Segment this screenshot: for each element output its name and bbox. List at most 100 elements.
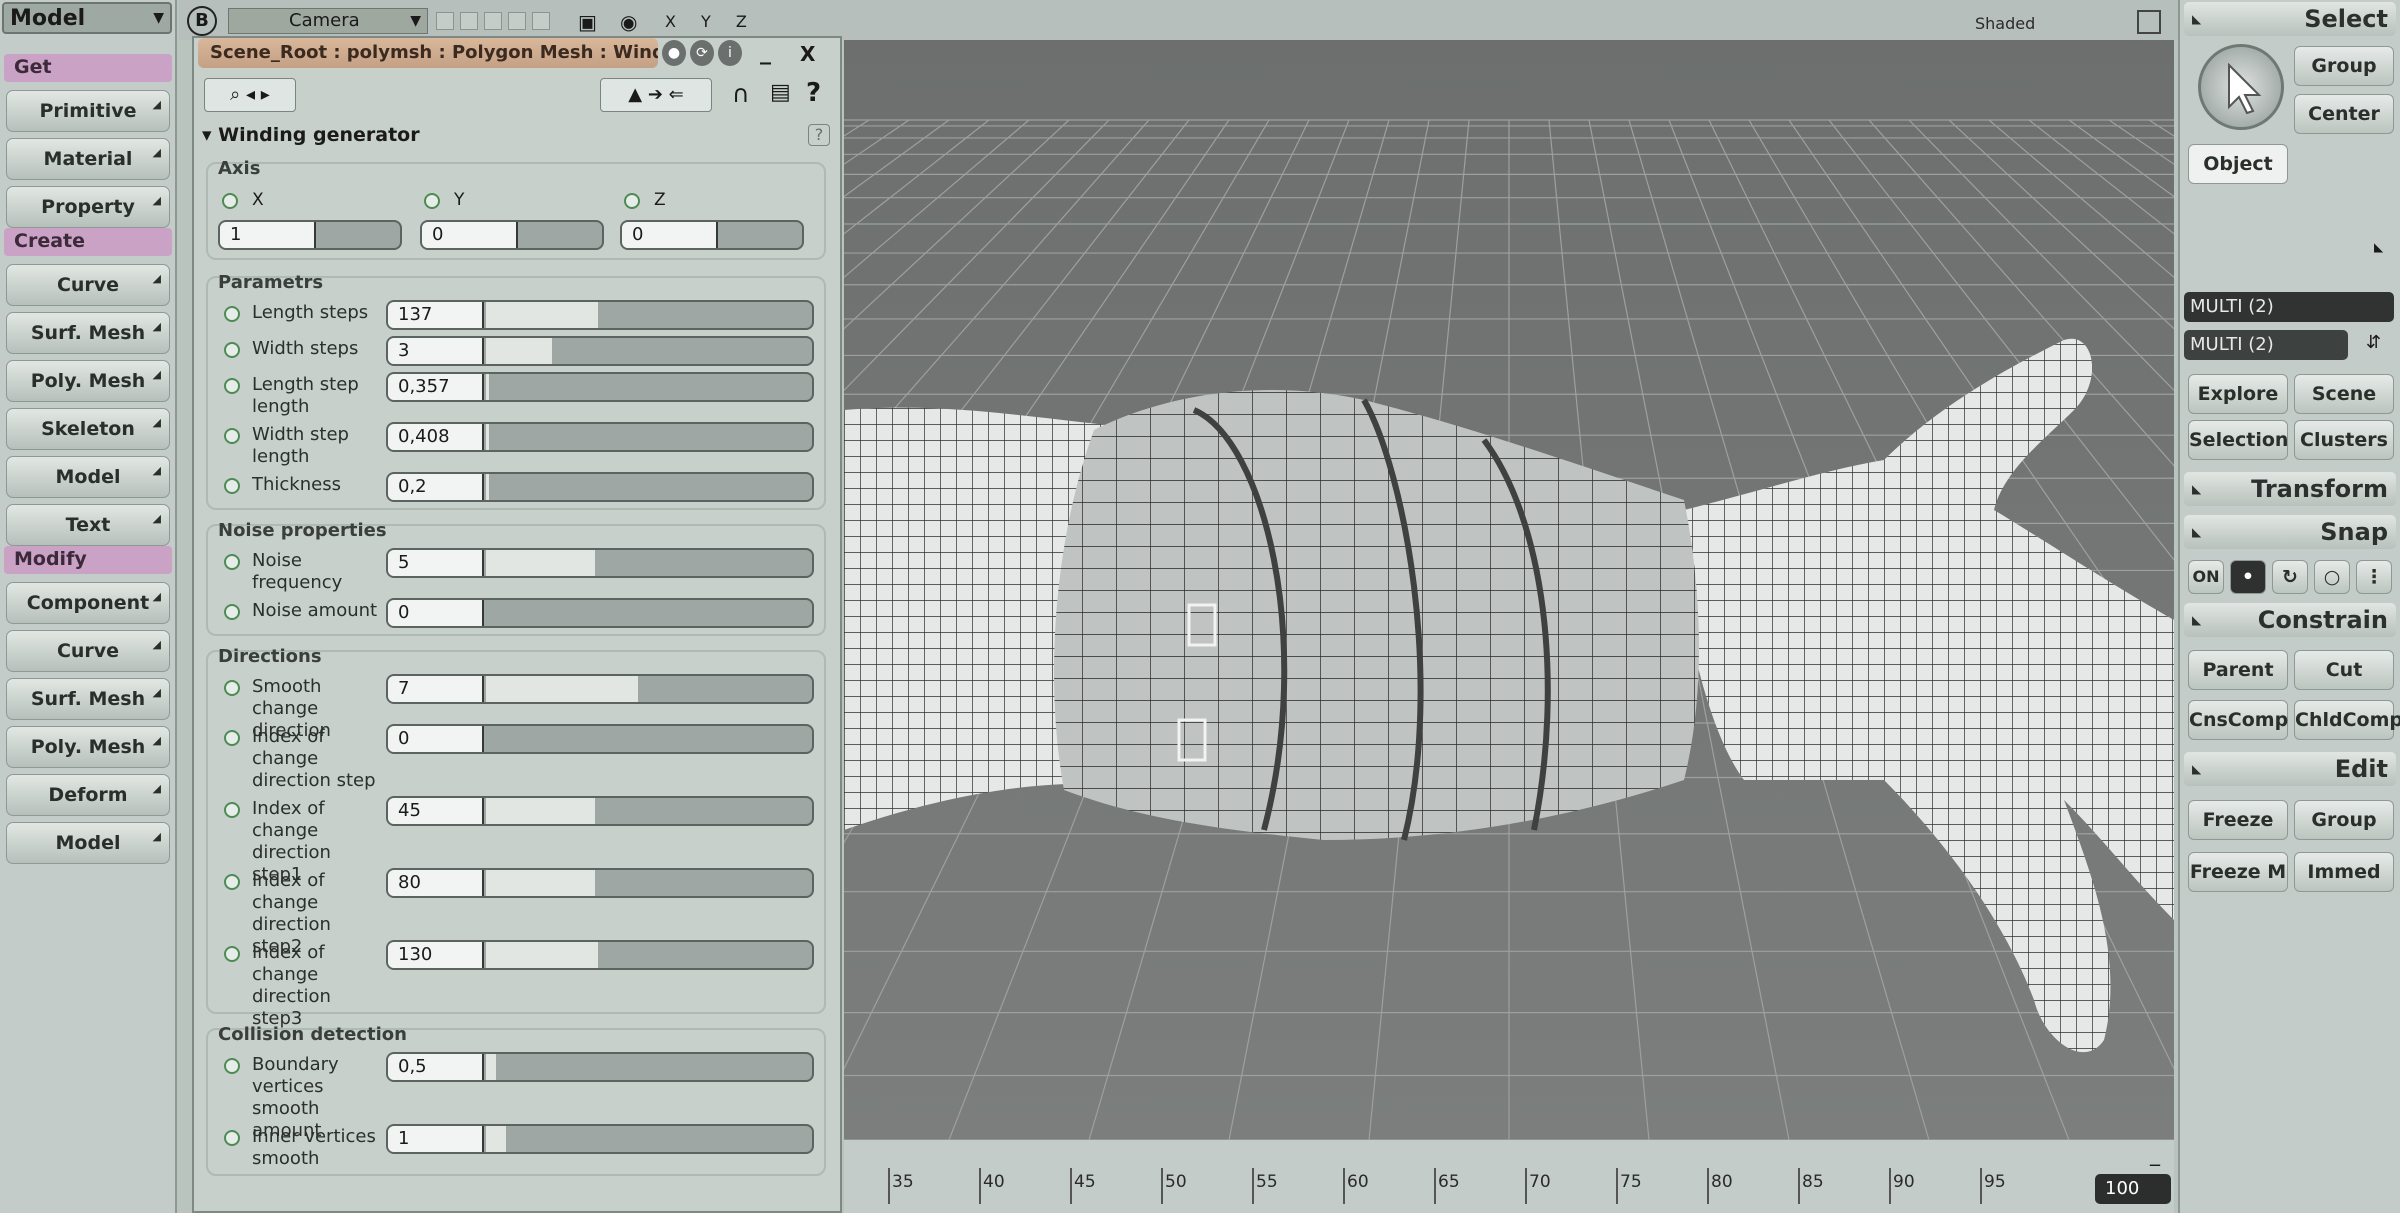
parameter-checkbox[interactable]: [224, 680, 240, 696]
selection-field[interactable]: MULTI (2): [2184, 292, 2394, 322]
freeze-m-button[interactable]: Freeze M: [2188, 852, 2288, 892]
left-menu-button[interactable]: Surf. Mesh ◢: [6, 678, 170, 720]
freeze-button[interactable]: Freeze: [2188, 800, 2288, 840]
lock-icon[interactable]: ●: [662, 40, 686, 66]
parameter-slider[interactable]: 3: [386, 336, 814, 366]
parameter-value-field[interactable]: 80: [388, 870, 484, 896]
section-header[interactable]: ▾ Winding generator: [202, 124, 420, 146]
parameter-value-field[interactable]: 0,408: [388, 424, 484, 450]
axis-value-field[interactable]: 1: [220, 222, 316, 248]
parameter-slider[interactable]: 0,408: [386, 422, 814, 452]
view-toggle[interactable]: [484, 12, 502, 30]
parameter-checkbox[interactable]: [224, 604, 240, 620]
parameter-checkbox[interactable]: [224, 378, 240, 394]
parameter-value-field[interactable]: 3: [388, 338, 484, 364]
snap-curve-icon[interactable]: ↻: [2272, 560, 2308, 594]
parameter-slider[interactable]: 7: [386, 674, 814, 704]
parameter-slider[interactable]: 137: [386, 300, 814, 330]
select-tool-button[interactable]: [2198, 44, 2284, 130]
parameter-slider[interactable]: 80: [386, 868, 814, 898]
selection-button[interactable]: Selection: [2188, 420, 2288, 460]
animation-icon[interactable]: ▤: [770, 80, 791, 105]
left-menu-button[interactable]: Skeleton ◢: [6, 408, 170, 450]
timeline[interactable]: [844, 1140, 2174, 1213]
snap-on-toggle[interactable]: ON: [2188, 560, 2224, 594]
parameter-value-field[interactable]: 45: [388, 798, 484, 824]
selection-field-secondary[interactable]: MULTI (2): [2184, 330, 2348, 360]
parameter-checkbox[interactable]: [224, 1058, 240, 1074]
axis-slider[interactable]: 0: [420, 220, 604, 250]
parameter-checkbox[interactable]: [224, 428, 240, 444]
left-menu-button[interactable]: Poly. Mesh ◢: [6, 360, 170, 402]
object-select-button[interactable]: Object: [2188, 144, 2288, 184]
parameter-value-field[interactable]: 0: [388, 726, 484, 752]
snap-point-icon[interactable]: •: [2230, 560, 2266, 594]
left-menu-button[interactable]: Deform ◢: [6, 774, 170, 816]
parameter-checkbox[interactable]: [224, 946, 240, 962]
parameter-checkbox[interactable]: [224, 874, 240, 890]
camera-icon[interactable]: ▣: [578, 10, 597, 34]
edit-header[interactable]: ◣ Edit: [2184, 752, 2396, 786]
minimize-panel-button[interactable]: _: [760, 40, 771, 65]
axis-slider[interactable]: 1: [218, 220, 402, 250]
left-menu-button[interactable]: Text ◢: [6, 504, 170, 546]
axis-slider[interactable]: 0: [620, 220, 804, 250]
cnscomp-button[interactable]: CnsComp: [2188, 700, 2288, 740]
left-menu-button[interactable]: Model ◢: [6, 456, 170, 498]
parameter-slider[interactable]: 1: [386, 1124, 814, 1154]
camera-dropdown[interactable]: Camera ▼: [228, 8, 428, 34]
parameter-slider[interactable]: 45: [386, 796, 814, 826]
left-menu-button[interactable]: Property ◢: [6, 186, 170, 228]
parameter-value-field[interactable]: 0,2: [388, 474, 484, 500]
parent-button[interactable]: Parent: [2188, 650, 2288, 690]
eye-icon[interactable]: ◉: [620, 10, 637, 34]
close-panel-button[interactable]: X: [800, 42, 815, 66]
parameter-value-field[interactable]: 0,5: [388, 1054, 484, 1080]
edit-group-button[interactable]: Group: [2294, 800, 2394, 840]
parameter-slider[interactable]: 0: [386, 724, 814, 754]
parameter-checkbox[interactable]: [224, 730, 240, 746]
view-toggle[interactable]: [532, 12, 550, 30]
left-menu-button[interactable]: Surf. Mesh ◢: [6, 312, 170, 354]
view-toggle[interactable]: [508, 12, 526, 30]
axis-checkbox[interactable]: [222, 193, 238, 209]
view-toggle[interactable]: [436, 12, 454, 30]
cut-button[interactable]: Cut: [2294, 650, 2394, 690]
view-toggle[interactable]: [460, 12, 478, 30]
parameter-slider[interactable]: 0,357: [386, 372, 814, 402]
parameter-slider[interactable]: 130: [386, 940, 814, 970]
constrain-header[interactable]: ◣ Constrain: [2184, 603, 2396, 637]
frame-field[interactable]: 100: [2095, 1174, 2171, 1204]
snap-circle-icon[interactable]: ○: [2314, 560, 2350, 594]
parameter-value-field[interactable]: 137: [388, 302, 484, 328]
sort-icon[interactable]: ⇵: [2366, 332, 2381, 353]
axis-checkbox[interactable]: [424, 193, 440, 209]
left-section-header[interactable]: Modify: [4, 546, 172, 574]
property-editor-title[interactable]: Scene_Root : polymsh : Polygon Mesh : Wi…: [198, 38, 658, 68]
help-icon[interactable]: ?: [806, 78, 821, 108]
parameter-value-field[interactable]: 0: [388, 600, 484, 626]
3d-viewport[interactable]: [844, 40, 2174, 1140]
maximize-viewport-icon[interactable]: [2137, 10, 2161, 34]
axis-checkbox[interactable]: [624, 193, 640, 209]
snap-header[interactable]: ◣ Snap: [2184, 515, 2396, 549]
left-menu-button[interactable]: Material ◢: [6, 138, 170, 180]
parameter-slider[interactable]: 0,5: [386, 1052, 814, 1082]
axis-toggles[interactable]: X Y Z: [665, 12, 757, 31]
snap-grid-icon[interactable]: ⋮: [2356, 560, 2392, 594]
parameter-checkbox[interactable]: [224, 306, 240, 322]
parameter-slider[interactable]: 5: [386, 548, 814, 578]
select-header[interactable]: ◣ Select: [2184, 2, 2396, 36]
parameter-value-field[interactable]: 7: [388, 676, 484, 702]
parameter-value-field[interactable]: 130: [388, 942, 484, 968]
left-menu-button[interactable]: Curve ◢: [6, 630, 170, 672]
display-mode-label[interactable]: Shaded: [1975, 14, 2035, 33]
axis-value-field[interactable]: 0: [622, 222, 718, 248]
center-select-button[interactable]: Center: [2294, 94, 2394, 134]
parameter-checkbox[interactable]: [224, 554, 240, 570]
parameter-value-field[interactable]: 5: [388, 550, 484, 576]
clusters-button[interactable]: Clusters: [2294, 420, 2394, 460]
left-menu-button[interactable]: Primitive ◢: [6, 90, 170, 132]
expand-arrow-icon[interactable]: ◣: [2374, 240, 2383, 254]
magnet-icon[interactable]: ∩: [732, 80, 750, 108]
